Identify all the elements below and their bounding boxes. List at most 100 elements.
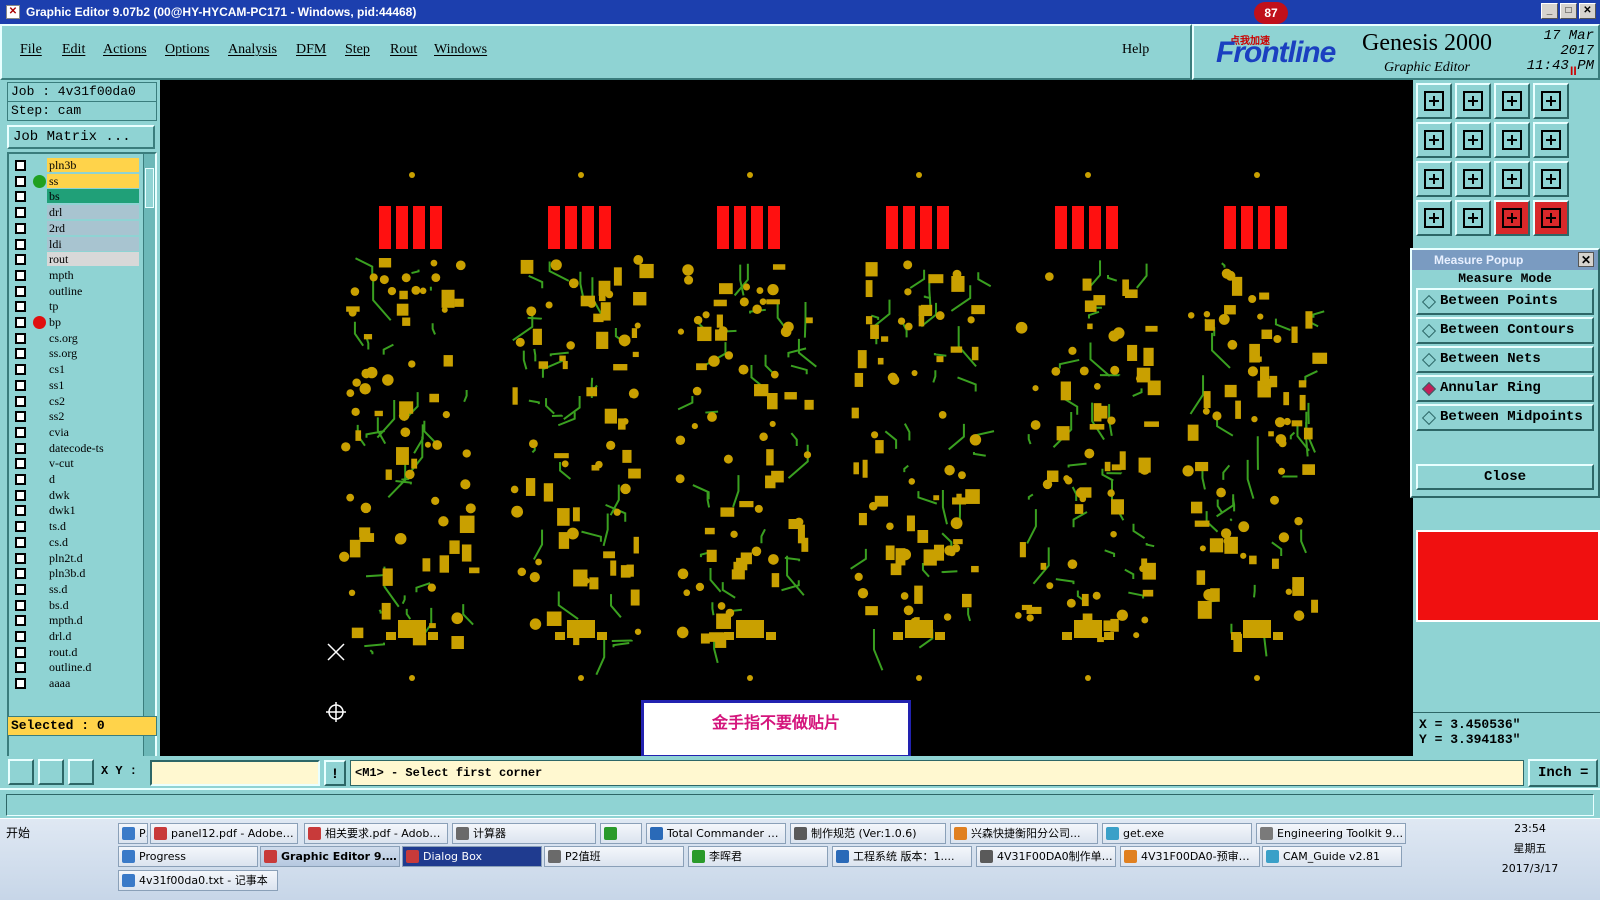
- layer-row-mpth[interactable]: mpth: [11, 267, 141, 283]
- taskbar-item[interactable]: Progress: [118, 846, 258, 867]
- layer-row-rout[interactable]: rout: [11, 252, 141, 267]
- layer-checkbox[interactable]: [15, 426, 26, 438]
- job-matrix-button[interactable]: Job Matrix ...: [7, 125, 155, 149]
- layer-label[interactable]: d: [47, 472, 139, 486]
- pcb-board[interactable]: [510, 172, 654, 681]
- taskbar-item[interactable]: [600, 823, 642, 844]
- layer-checkbox[interactable]: [15, 348, 26, 360]
- layer-checkbox[interactable]: [15, 379, 26, 391]
- layer-checkbox[interactable]: [15, 395, 26, 407]
- layer-checkbox[interactable]: [15, 646, 26, 658]
- layer-row-cvia[interactable]: cvia: [11, 424, 141, 440]
- layer-scrollbar[interactable]: [143, 154, 155, 790]
- stack-button[interactable]: [1533, 122, 1569, 158]
- menu-analysis[interactable]: Analysis: [228, 42, 277, 58]
- layer-row-outline[interactable]: outline: [11, 283, 141, 299]
- layer-label[interactable]: rout.d: [47, 644, 139, 659]
- taskbar-item[interactable]: Total Commander 7.0 p...: [646, 823, 786, 844]
- close-button[interactable]: ✕: [1579, 3, 1596, 19]
- layer-row-cs1[interactable]: cs1: [11, 362, 141, 377]
- layer-label[interactable]: ss.org: [47, 346, 139, 361]
- pause-icon[interactable]: II: [1570, 64, 1577, 78]
- unit-selector[interactable]: Inch =: [1528, 759, 1598, 787]
- layer-label[interactable]: bs: [47, 189, 139, 204]
- layer-checkbox[interactable]: [15, 458, 26, 470]
- layer-checkbox[interactable]: [15, 285, 26, 297]
- layer-label[interactable]: cs.d: [47, 534, 139, 549]
- layer-label[interactable]: mpth: [47, 267, 139, 282]
- layer-label[interactable]: bp: [47, 315, 139, 329]
- layer-checkbox[interactable]: [15, 269, 26, 281]
- layer-checkbox[interactable]: [15, 678, 26, 690]
- layer-row-2rd[interactable]: 2rd: [11, 220, 141, 236]
- menu-actions[interactable]: Actions: [103, 42, 147, 58]
- taskbar-item[interactable]: P2值班: [544, 846, 684, 867]
- layer-label[interactable]: ss1: [47, 377, 139, 392]
- export-button[interactable]: [1455, 122, 1491, 158]
- taskbar-item[interactable]: 制作规范 (Ver:1.0.6): [790, 823, 946, 844]
- graphic-canvas[interactable]: 金手指不要做贴片: [160, 80, 1413, 756]
- layer-row-pln2t.d[interactable]: pln2t.d: [11, 550, 141, 566]
- layer-row-cs.org[interactable]: cs.org: [11, 330, 141, 346]
- layer-row-ss2[interactable]: ss2: [11, 409, 141, 424]
- zoom-button[interactable]: [1455, 161, 1491, 197]
- layer-row-ss.d[interactable]: ss.d: [11, 581, 141, 597]
- taskbar-item[interactable]: 李晖君: [688, 846, 828, 867]
- layer-row-ss.org[interactable]: ss.org: [11, 346, 141, 361]
- grid-button[interactable]: [68, 759, 94, 785]
- taskbar-item[interactable]: 4v31f00da0.txt - 记事本: [118, 870, 278, 891]
- layer-checkbox[interactable]: [15, 364, 26, 376]
- layer-label[interactable]: ss.d: [47, 581, 139, 596]
- measure-option-annular-ring[interactable]: Annular Ring: [1416, 375, 1594, 402]
- snap-button-1[interactable]: [8, 759, 34, 785]
- taskbar-item[interactable]: get.exe: [1102, 823, 1252, 844]
- layer-label[interactable]: outline: [47, 283, 139, 298]
- notification-badge[interactable]: 87: [1254, 2, 1288, 24]
- layer-row-aaaa[interactable]: aaaa: [11, 676, 141, 691]
- layer-checkbox[interactable]: [15, 615, 26, 627]
- layer-checkbox[interactable]: [15, 474, 26, 485]
- layer-checkbox[interactable]: [15, 583, 26, 595]
- layer-row-bs.d[interactable]: bs.d: [11, 597, 141, 613]
- taskbar-item[interactable]: 计算器: [452, 823, 596, 844]
- menu-options[interactable]: Options: [165, 42, 209, 58]
- layer-checkbox[interactable]: [15, 521, 26, 533]
- measure-close-button[interactable]: Close: [1416, 464, 1594, 490]
- layer-label[interactable]: pln3b: [47, 158, 139, 172]
- layer-row-cs.d[interactable]: cs.d: [11, 534, 141, 550]
- layer-checkbox[interactable]: [15, 317, 26, 328]
- menu-edit[interactable]: Edit: [62, 42, 85, 58]
- layer-row-datecode-ts[interactable]: datecode-ts: [11, 440, 141, 456]
- layer-checkbox[interactable]: [15, 222, 26, 234]
- layer-checkbox[interactable]: [15, 442, 26, 454]
- layer-label[interactable]: ts.d: [47, 519, 139, 534]
- layer-row-rout.d[interactable]: rout.d: [11, 644, 141, 660]
- taskbar-item[interactable]: CAM_Guide v2.81: [1262, 846, 1402, 867]
- layer-label[interactable]: ss: [47, 173, 139, 188]
- layer-row-ts.d[interactable]: ts.d: [11, 519, 141, 534]
- system-clock[interactable]: 23:54 星期五 2017/3/17: [1500, 819, 1560, 900]
- layer-label[interactable]: drl.d: [47, 629, 139, 643]
- layer-label[interactable]: cs1: [47, 362, 139, 377]
- taskbar-item[interactable]: 兴森快捷衡阳分公司...: [950, 823, 1098, 844]
- layer-label[interactable]: bs.d: [47, 597, 139, 612]
- menu-windows[interactable]: Windows: [434, 42, 487, 58]
- layer-checkbox[interactable]: [15, 175, 26, 187]
- ratio-button[interactable]: [1494, 161, 1530, 197]
- layer-row-ss[interactable]: ss: [11, 173, 141, 189]
- upload-button[interactable]: [1416, 83, 1452, 119]
- pcb-board[interactable]: [675, 172, 817, 681]
- layer-label[interactable]: cs2: [47, 393, 139, 408]
- layer-label[interactable]: dwk: [47, 487, 139, 502]
- xy-input[interactable]: [150, 760, 320, 786]
- layer-checkbox[interactable]: [15, 505, 26, 517]
- layer-checkbox[interactable]: [15, 552, 26, 564]
- layer-checkbox[interactable]: [15, 662, 26, 674]
- layer-row-tp[interactable]: tp: [11, 299, 141, 314]
- menu-file[interactable]: File: [20, 42, 42, 58]
- help-button[interactable]: [1533, 161, 1569, 197]
- taskbar-item[interactable]: panel12.pdf - Adobe R...: [150, 823, 298, 844]
- pcb-board[interactable]: [850, 172, 995, 681]
- layer-row-dwk1[interactable]: dwk1: [11, 503, 141, 518]
- layer-checkbox[interactable]: [15, 207, 26, 219]
